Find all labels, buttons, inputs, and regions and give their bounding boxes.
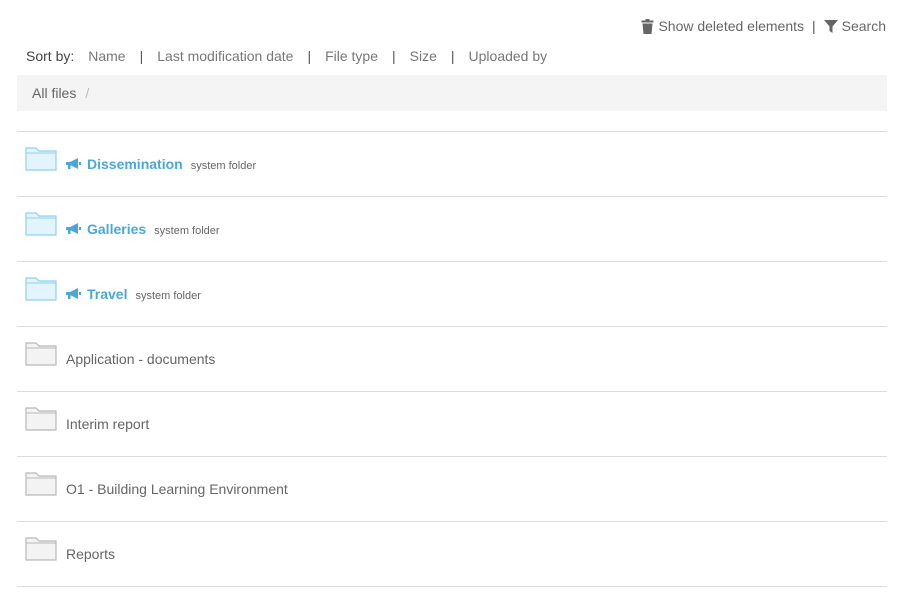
breadcrumb: All files /: [17, 75, 887, 111]
folder-icon: [25, 407, 57, 431]
folder-content: O1 - Building Learning Environment: [66, 481, 288, 497]
folder-name[interactable]: Application - documents: [66, 351, 215, 367]
filter-icon: [823, 19, 838, 33]
folder-icon: [25, 342, 57, 366]
sort-separator: |: [450, 48, 455, 64]
folder-name[interactable]: Dissemination: [87, 156, 183, 172]
folder-content: Interim report: [66, 416, 149, 432]
show-deleted-button[interactable]: Show deleted elements: [641, 18, 804, 34]
system-folder-icon: [25, 147, 57, 171]
folder-row-o1-building-learning-environment[interactable]: O1 - Building Learning Environment: [17, 457, 887, 522]
megaphone-icon: [66, 158, 81, 169]
folder-content: Travel system folder: [66, 286, 201, 302]
sort-by-label: Sort by:: [26, 48, 75, 64]
folder-icon: [25, 472, 57, 496]
system-folder-icon: [25, 277, 57, 301]
sort-bar: Sort by: Name | Last modification date |…: [26, 46, 547, 66]
folder-list: Dissemination system folder Galleries sy…: [17, 131, 887, 587]
search-label: Search: [841, 18, 886, 34]
folder-name[interactable]: Travel: [87, 286, 127, 302]
folder-content: Galleries system folder: [66, 221, 220, 237]
sort-option-file-type[interactable]: File type: [325, 48, 378, 64]
folder-row-travel[interactable]: Travel system folder: [17, 262, 887, 327]
sort-separator: |: [392, 48, 396, 64]
system-folder-tag: system folder: [190, 160, 257, 172]
folder-name[interactable]: Galleries: [87, 221, 146, 237]
folder-row-galleries[interactable]: Galleries system folder: [17, 197, 887, 262]
sort-option-uploaded-by[interactable]: Uploaded by: [469, 48, 548, 64]
folder-content: Reports: [66, 546, 115, 562]
show-deleted-label: Show deleted elements: [658, 18, 804, 34]
sort-separator: |: [307, 48, 312, 64]
system-folder-icon: [25, 212, 57, 236]
breadcrumb-separator: /: [85, 85, 90, 101]
search-button[interactable]: Search: [823, 18, 886, 34]
top-actions: Show deleted elements | Search: [641, 16, 886, 36]
folder-row-interim-report[interactable]: Interim report: [17, 392, 887, 457]
megaphone-icon: [66, 223, 81, 234]
folder-icon: [25, 537, 57, 561]
megaphone-icon: [66, 288, 81, 299]
system-folder-tag: system folder: [135, 290, 201, 302]
folder-content: Application - documents: [66, 351, 215, 367]
folder-row-application-documents[interactable]: Application - documents: [17, 327, 887, 392]
system-folder-tag: system folder: [154, 225, 220, 237]
folder-name[interactable]: Reports: [66, 546, 115, 562]
folder-row-dissemination[interactable]: Dissemination system folder: [17, 132, 887, 197]
folder-name[interactable]: Interim report: [66, 416, 149, 432]
sort-option-name[interactable]: Name: [88, 48, 125, 64]
trash-icon: [641, 18, 654, 34]
folder-row-reports[interactable]: Reports: [17, 522, 887, 587]
breadcrumb-root[interactable]: All files: [32, 85, 76, 101]
actions-separator: |: [812, 18, 816, 34]
folder-name[interactable]: O1 - Building Learning Environment: [66, 481, 288, 497]
sort-separator: |: [139, 48, 144, 64]
sort-option-last-modification-date[interactable]: Last modification date: [157, 48, 293, 64]
sort-option-size[interactable]: Size: [410, 48, 437, 64]
folder-content: Dissemination system folder: [66, 156, 256, 172]
